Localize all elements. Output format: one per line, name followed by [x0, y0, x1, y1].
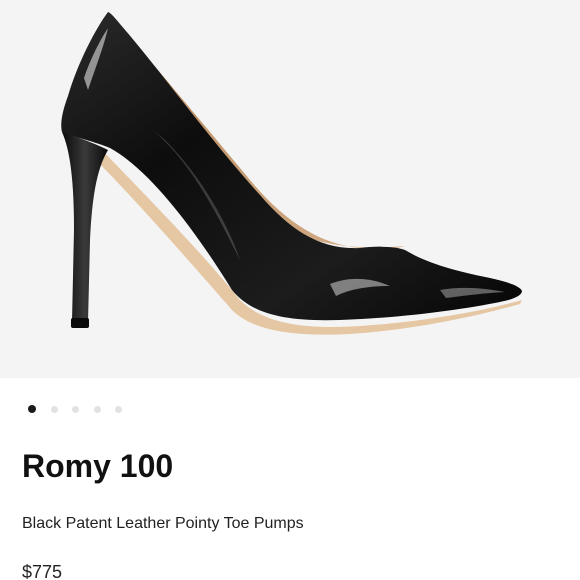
shoe-heel [62, 132, 108, 325]
carousel-dot-5[interactable] [115, 405, 122, 413]
product-description: Black Patent Leather Pointy Toe Pumps [22, 515, 304, 532]
product-title: Romy 100 [22, 448, 174, 484]
carousel-dot-3[interactable] [72, 405, 79, 413]
carousel-dot-4[interactable] [93, 405, 101, 413]
shoe-heel-tip [71, 318, 89, 328]
carousel-dot-2[interactable] [50, 405, 58, 413]
product-price: $775 [22, 562, 63, 580]
carousel-dot-1[interactable] [28, 405, 36, 413]
product-page: Romy 100 Black Patent Leather Pointy Toe… [0, 0, 580, 580]
product-image-gallery[interactable] [0, 0, 580, 378]
product-image [61, 12, 522, 335]
shoe-upper [61, 12, 522, 321]
carousel-dots [28, 404, 137, 414]
